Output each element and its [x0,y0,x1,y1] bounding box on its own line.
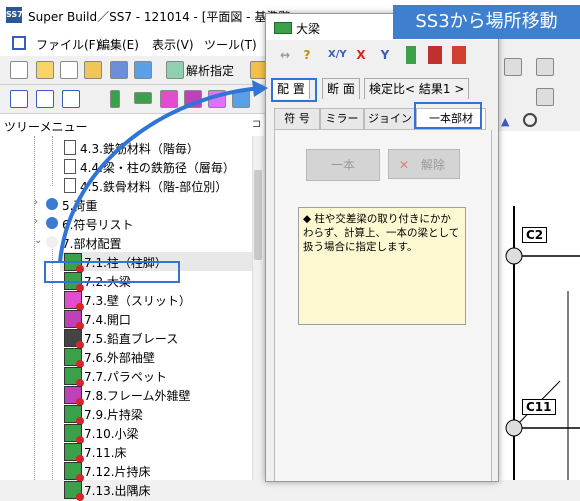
tree-item-label: 7.13.出隅床 [84,484,151,498]
check-badge-icon [76,493,84,501]
cornerfloor-icon [64,481,84,501]
tree-item[interactable]: 7.13.出隅床 [0,480,252,501]
callout-arrow [58,80,268,263]
